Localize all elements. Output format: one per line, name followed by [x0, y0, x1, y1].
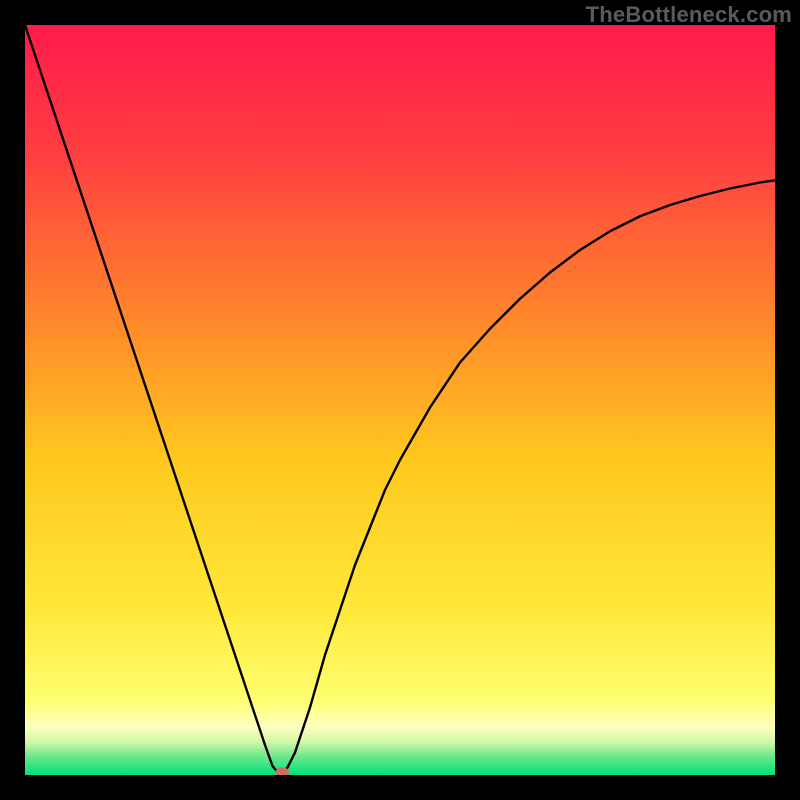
watermark-text: TheBottleneck.com: [586, 2, 792, 28]
chart-frame: TheBottleneck.com: [0, 0, 800, 800]
gradient-background: [25, 25, 775, 775]
bottleneck-chart: [25, 25, 775, 775]
